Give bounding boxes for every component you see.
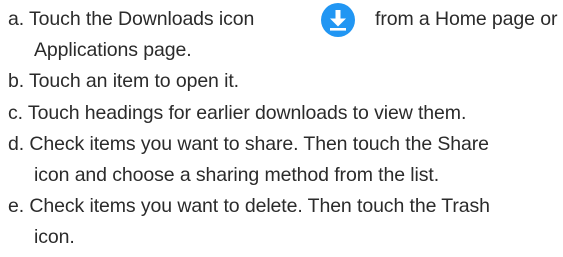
step-a-line1-after: from a Home page or — [375, 8, 558, 30]
step-c-line1: c. Touch headings for earlier downloads … — [8, 102, 467, 124]
instructions-document: a. Touch the Downloads icon from a Home … — [0, 0, 563, 257]
step-a-line1-before: a. Touch the Downloads icon — [8, 8, 255, 30]
step-b-line1: b. Touch an item to open it. — [8, 70, 239, 92]
download-icon — [320, 2, 356, 38]
step-e-line1: e. Check items you want to delete. Then … — [8, 195, 490, 217]
step-e-line2: icon. — [34, 226, 75, 248]
step-d-line1: d. Check items you want to share. Then t… — [8, 133, 489, 155]
step-a-line2: Applications page. — [34, 39, 192, 61]
step-d-line2: icon and choose a sharing method from th… — [34, 164, 440, 186]
